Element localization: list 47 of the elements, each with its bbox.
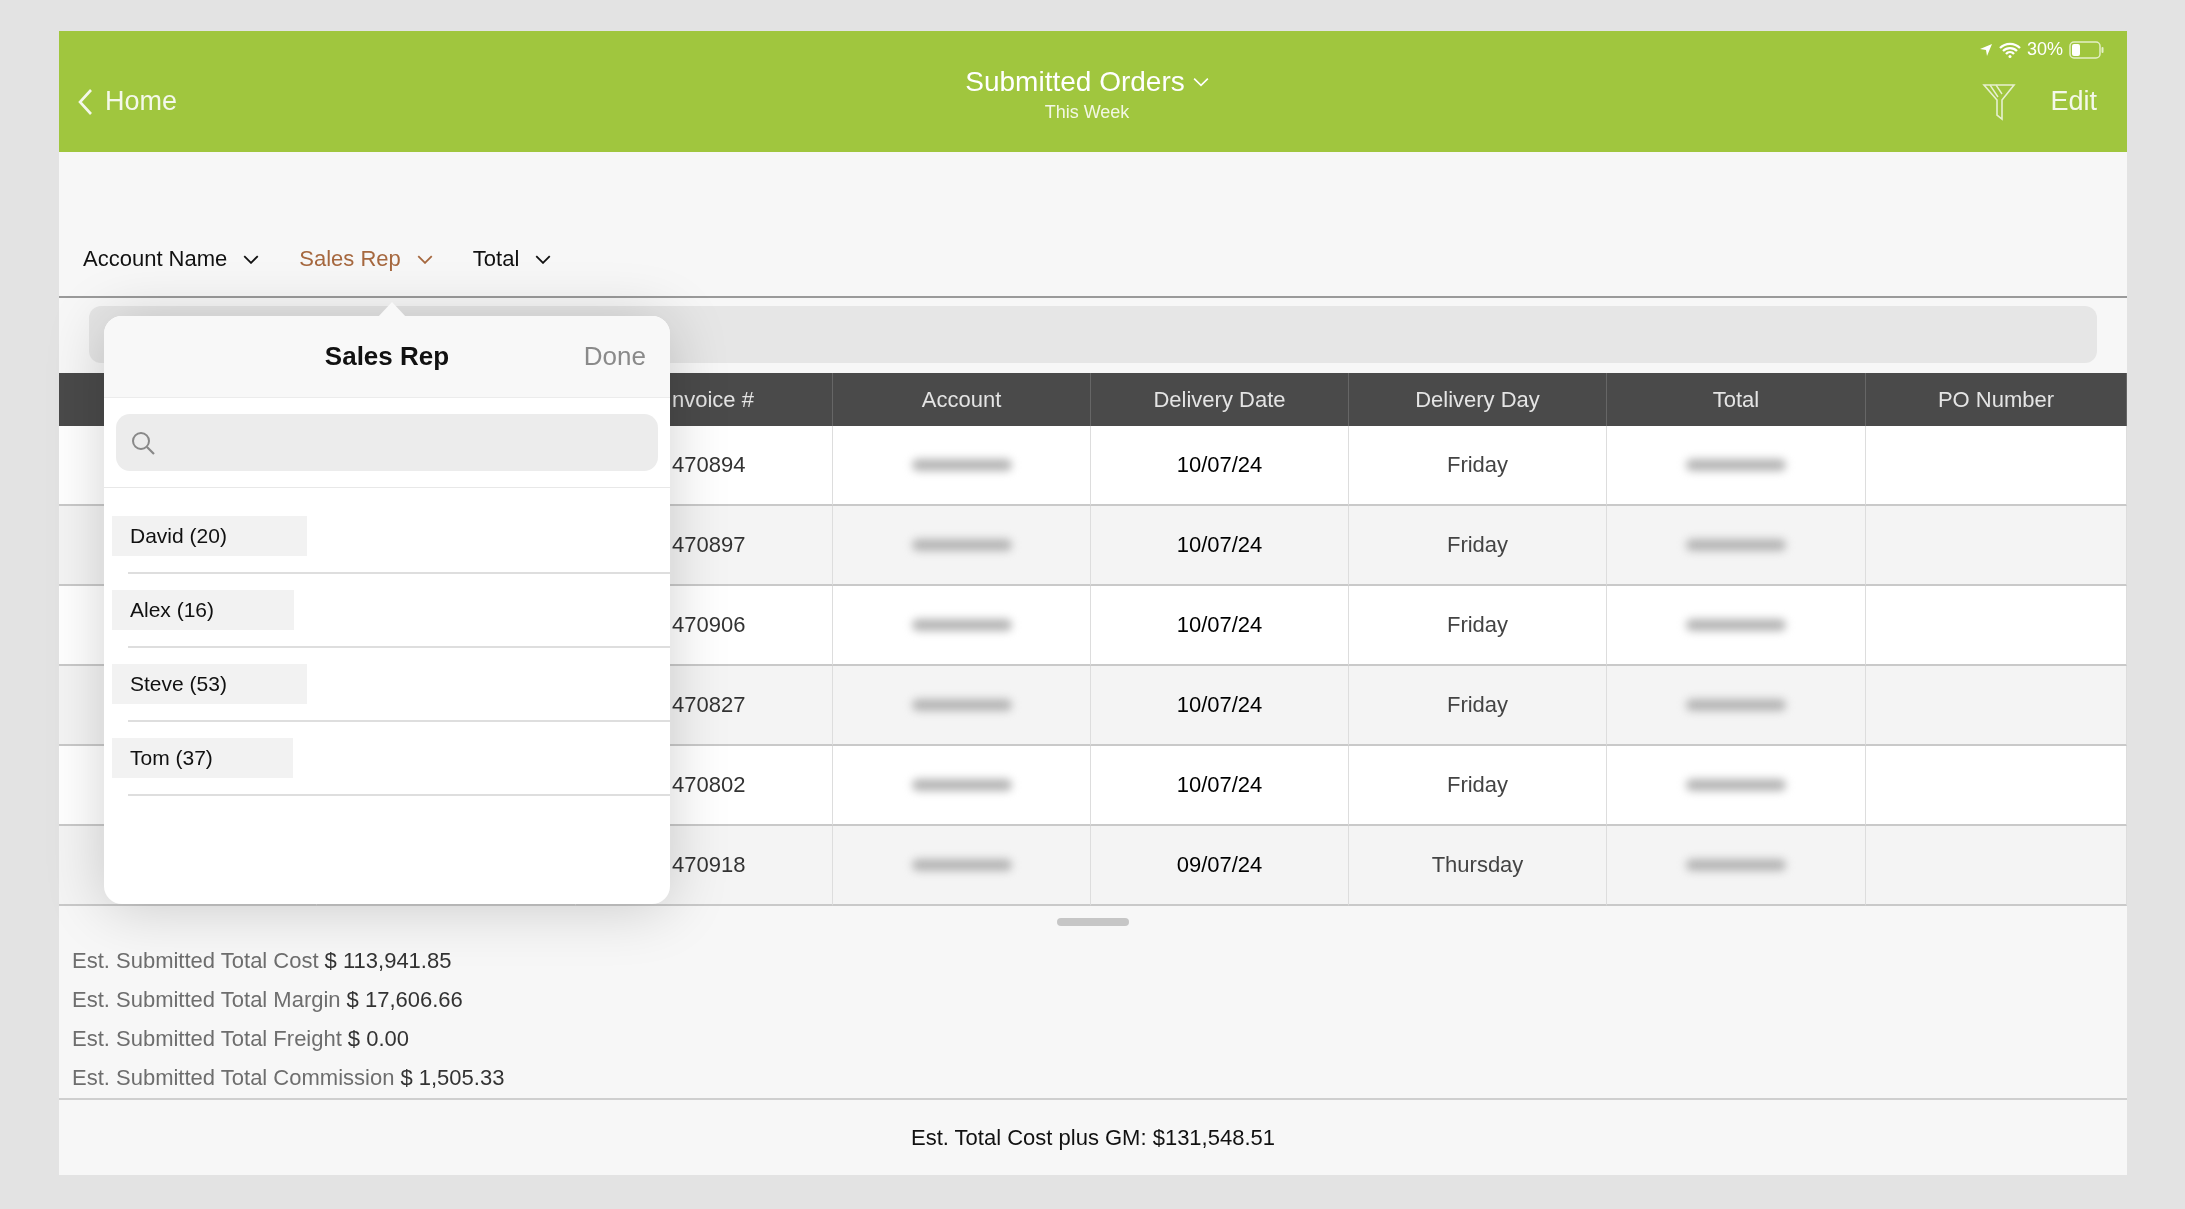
table-cell: 10/07/24 xyxy=(1091,506,1349,586)
summary-value: $ 1,505.33 xyxy=(400,1065,505,1091)
sort-option[interactable]: Account Name xyxy=(83,246,260,272)
filter-option[interactable]: David (20) xyxy=(112,516,307,556)
table-cell: 10/07/24 xyxy=(1091,746,1349,826)
table-cell: 10/07/24 xyxy=(1091,666,1349,746)
chevron-down-icon xyxy=(416,254,433,264)
sort-option[interactable]: Total xyxy=(472,246,552,272)
drag-handle[interactable] xyxy=(1057,918,1129,926)
search-field[interactable] xyxy=(116,414,658,471)
summary-value: $ 113,941.85 xyxy=(324,948,452,974)
table-cell: Thursday xyxy=(1349,826,1607,906)
sort-option[interactable]: Sales Rep xyxy=(299,246,433,272)
wifi-icon xyxy=(1998,41,2021,58)
column-header: Account xyxy=(833,373,1091,426)
table-cell: 10/07/24 xyxy=(1091,586,1349,666)
filter-option[interactable]: Tom (37) xyxy=(112,738,293,778)
table-cell: 09/07/24 xyxy=(1091,826,1349,906)
total-summary: Est. Total Cost plus GM: $131,548.51 xyxy=(911,1124,1275,1151)
table-cell: Friday xyxy=(1349,746,1607,826)
table-cell: Friday xyxy=(1349,506,1607,586)
chevron-down-icon xyxy=(535,254,552,264)
chevron-down-icon xyxy=(1192,77,1209,87)
chevron-down-icon xyxy=(243,254,260,264)
column-header: Delivery Date xyxy=(1091,373,1349,426)
summary-value: $ 17,606.66 xyxy=(346,987,463,1013)
location-icon xyxy=(1978,42,1993,57)
table-cell: 10/07/24 xyxy=(1091,426,1349,506)
summary-value: $ 0.00 xyxy=(347,1026,409,1052)
battery-percent: 30% xyxy=(2026,39,2063,60)
back-chevron-icon xyxy=(77,87,93,116)
summary-label: Est. Submitted Total Margin xyxy=(72,987,341,1013)
filter-option[interactable]: Steve (53) xyxy=(112,664,307,704)
column-header: Total xyxy=(1607,373,1866,426)
battery-icon xyxy=(2069,40,2105,59)
summary-label: Est. Submitted Total Cost xyxy=(72,948,319,974)
column-header: PO Number xyxy=(1866,373,2127,426)
table-cell: Friday xyxy=(1349,426,1607,506)
table-cell: Friday xyxy=(1349,586,1607,666)
column-header: Delivery Day xyxy=(1349,373,1607,426)
search-icon xyxy=(130,429,156,456)
filter-option[interactable]: Alex (16) xyxy=(112,590,295,630)
summary-label: Est. Submitted Total Freight xyxy=(72,1026,342,1052)
table-cell: Friday xyxy=(1349,666,1607,746)
summary-label: Est. Submitted Total Commission xyxy=(72,1065,395,1091)
nav-subtitle: This Week xyxy=(1044,102,1130,123)
popover-title: Sales Rep xyxy=(324,341,450,372)
